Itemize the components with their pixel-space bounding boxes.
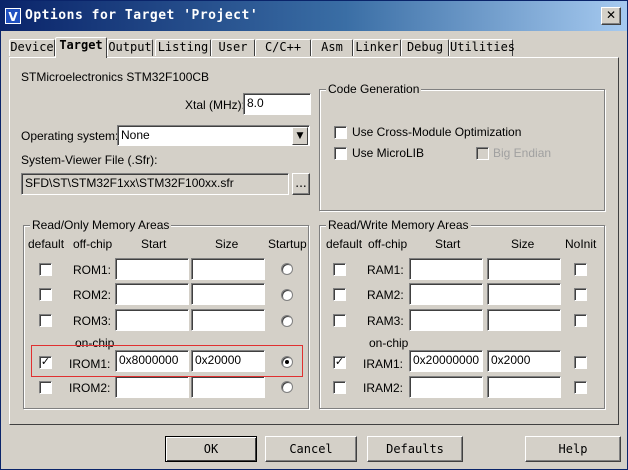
irom2-startup-radio[interactable]: [281, 381, 293, 393]
ok-button[interactable]: OK: [165, 436, 257, 462]
cross-module-label: Use Cross-Module Optimization: [352, 125, 522, 139]
ram-header-offchip: off-chip: [368, 237, 408, 251]
ram-header-default: default: [326, 237, 363, 251]
irom1-highlight-box: [31, 345, 303, 377]
ram-header-start: Start: [435, 237, 461, 251]
microlib-checkbox[interactable]: [334, 147, 347, 160]
rom2-label: ROM2:: [73, 288, 112, 302]
os-value: None: [121, 128, 150, 142]
tab-asm[interactable]: Asm: [311, 39, 353, 56]
big-endian-checkbox: [476, 147, 489, 160]
iram2-start-input[interactable]: [409, 376, 483, 398]
help-button[interactable]: Help: [525, 436, 621, 462]
cancel-button[interactable]: Cancel: [265, 436, 357, 462]
ram1-size-input[interactable]: [487, 258, 561, 280]
tab-user[interactable]: User: [211, 39, 255, 56]
defaults-button[interactable]: Defaults: [367, 436, 463, 462]
rom-header-size: Size: [215, 237, 239, 251]
rom3-startup-radio[interactable]: [281, 315, 293, 327]
irom2-default-checkbox[interactable]: [39, 381, 52, 394]
iram2-default-checkbox[interactable]: [333, 381, 346, 394]
close-button[interactable]: ✕: [601, 7, 621, 25]
tab-listing[interactable]: Listing: [155, 39, 211, 56]
iram1-size-input[interactable]: 0x2000: [487, 350, 561, 372]
iram2-label: IRAM2:: [363, 381, 404, 395]
ram3-size-input[interactable]: [487, 309, 561, 331]
tab-c-cpp[interactable]: C/C++: [255, 39, 311, 56]
window-title: Options for Target 'Project': [25, 8, 259, 23]
ram-header-noinit: NoInit: [565, 237, 597, 251]
code-generation-title: Code Generation: [326, 82, 422, 96]
ram1-noinit-checkbox[interactable]: [574, 263, 587, 276]
ram2-noinit-checkbox[interactable]: [574, 288, 587, 301]
ram1-start-input[interactable]: [409, 258, 483, 280]
tab-output[interactable]: Output: [107, 39, 153, 56]
os-select[interactable]: None ▼: [117, 125, 310, 146]
rom3-size-input[interactable]: [191, 309, 265, 331]
rom1-size-input[interactable]: [191, 258, 265, 280]
ram1-default-checkbox[interactable]: [333, 263, 346, 276]
iram1-start-input[interactable]: 0x20000000: [409, 350, 483, 372]
irom2-start-input[interactable]: [115, 376, 189, 398]
rom1-startup-radio[interactable]: [281, 263, 293, 275]
big-endian-label: Big Endian: [493, 146, 552, 160]
rom-group-title: Read/Only Memory Areas: [30, 218, 172, 232]
rom-header-offchip: off-chip: [73, 237, 113, 251]
rom2-default-checkbox[interactable]: [39, 288, 52, 301]
ram2-size-input[interactable]: [487, 283, 561, 305]
irom2-label: IROM2:: [69, 381, 111, 395]
ram3-default-checkbox[interactable]: [333, 314, 346, 327]
rom-header-start: Start: [141, 237, 167, 251]
iram2-noinit-checkbox[interactable]: [574, 381, 587, 394]
rom-header-startup: Startup: [268, 237, 307, 251]
ram3-noinit-checkbox[interactable]: [574, 314, 587, 327]
xtal-input[interactable]: 8.0: [243, 93, 311, 115]
ram1-label: RAM1:: [367, 263, 404, 277]
xtal-label: Xtal (MHz):: [185, 98, 245, 112]
tab-utilities[interactable]: Utilities: [449, 39, 515, 56]
tab-debug[interactable]: Debug: [401, 39, 449, 56]
ram3-label: RAM3:: [367, 314, 404, 328]
ram-onchip-label: on-chip: [369, 336, 409, 350]
ram2-start-input[interactable]: [409, 283, 483, 305]
ram3-start-input[interactable]: [409, 309, 483, 331]
ram-header-size: Size: [511, 237, 535, 251]
iram1-noinit-checkbox[interactable]: [574, 356, 587, 369]
tab-target[interactable]: Target: [55, 37, 107, 58]
rom2-size-input[interactable]: [191, 283, 265, 305]
rom1-default-checkbox[interactable]: [39, 263, 52, 276]
rom1-label: ROM1:: [73, 263, 112, 277]
rom3-label: ROM3:: [73, 314, 112, 328]
rom1-start-input[interactable]: [115, 258, 189, 280]
iram1-label: IRAM1:: [363, 357, 404, 371]
rom-header-default: default: [28, 237, 65, 251]
irom2-size-input[interactable]: [191, 376, 265, 398]
ram-group-title: Read/Write Memory Areas: [326, 218, 471, 232]
sfr-path-field[interactable]: SFD\ST\STM32F1xx\STM32F100xx.sfr: [21, 173, 289, 195]
sfr-browse-button[interactable]: ...: [292, 173, 310, 195]
title-bar[interactable]: V Options for Target 'Project' ✕: [1, 1, 627, 31]
iram2-size-input[interactable]: [487, 376, 561, 398]
device-name: STMicroelectronics STM32F100CB: [21, 70, 210, 84]
chevron-down-icon[interactable]: ▼: [292, 127, 308, 145]
ram2-default-checkbox[interactable]: [333, 288, 346, 301]
sfr-label: System-Viewer File (.Sfr):: [21, 153, 158, 167]
tab-linker[interactable]: Linker: [353, 39, 401, 56]
ram2-label: RAM2:: [367, 288, 404, 302]
os-label: Operating system:: [21, 129, 119, 143]
microlib-label: Use MicroLIB: [352, 146, 425, 160]
cross-module-checkbox[interactable]: [334, 126, 347, 139]
rom3-start-input[interactable]: [115, 309, 189, 331]
rom3-default-checkbox[interactable]: [39, 314, 52, 327]
keil-app-icon: V: [5, 8, 21, 24]
rom2-start-input[interactable]: [115, 283, 189, 305]
iram1-default-checkbox[interactable]: ✓: [333, 356, 346, 369]
rom2-startup-radio[interactable]: [281, 289, 293, 301]
options-dialog: V Options for Target 'Project' ✕ Device …: [0, 0, 628, 470]
tab-device[interactable]: Device: [9, 39, 55, 56]
